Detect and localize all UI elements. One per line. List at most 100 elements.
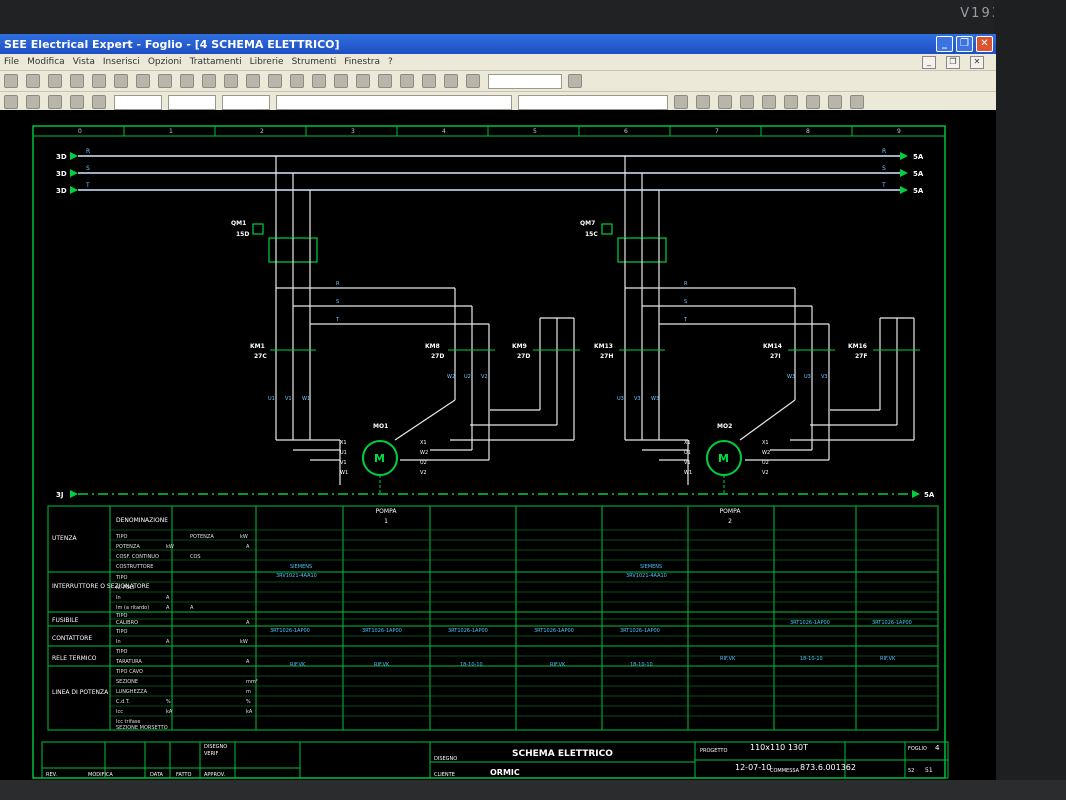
- ortho-icon[interactable]: [26, 95, 40, 109]
- col-label-2: 2: [260, 128, 264, 135]
- bold-icon[interactable]: [674, 95, 688, 109]
- zoom-icon[interactable]: [202, 74, 216, 88]
- property-icon[interactable]: [828, 95, 842, 109]
- menu-librerie[interactable]: Librerie: [250, 57, 284, 67]
- menu-file[interactable]: File: [4, 57, 19, 67]
- mirror-icon[interactable]: [92, 95, 106, 109]
- font-combo[interactable]: [518, 94, 668, 110]
- section-fusibile: FUSIBILE: [52, 617, 79, 624]
- measure-icon[interactable]: [806, 95, 820, 109]
- svg-text:R: R: [336, 281, 340, 287]
- pan-icon[interactable]: [224, 74, 238, 88]
- italic-icon[interactable]: [696, 95, 710, 109]
- svg-text:In: In: [116, 639, 121, 645]
- drawing-date: 12-07-10: [735, 763, 771, 772]
- svg-text:Icc: Icc: [116, 709, 123, 715]
- copy-icon[interactable]: [114, 74, 128, 88]
- svg-text:52: 52: [908, 768, 914, 774]
- svg-text:TIPO: TIPO: [115, 575, 128, 581]
- menu-inserisci[interactable]: Inserisci: [103, 57, 140, 67]
- close-icon[interactable]: ✕: [976, 36, 993, 52]
- menu-vista[interactable]: Vista: [73, 57, 95, 67]
- doc-close-icon[interactable]: ✕: [970, 55, 984, 69]
- wire-icon[interactable]: [312, 74, 326, 88]
- document-controls: _ ❐ ✕: [920, 55, 992, 69]
- linetype-combo[interactable]: [222, 94, 270, 110]
- ground-ref-left: 3J: [56, 491, 63, 499]
- new-icon[interactable]: [4, 74, 18, 88]
- move-icon[interactable]: [48, 95, 62, 109]
- table-icon[interactable]: [466, 74, 480, 88]
- search-icon[interactable]: [356, 74, 370, 88]
- menu-opzioni[interactable]: Opzioni: [148, 57, 182, 67]
- open-icon[interactable]: [26, 74, 40, 88]
- svg-text:kW: kW: [240, 639, 248, 645]
- select-icon[interactable]: [246, 74, 260, 88]
- doc-restore-icon[interactable]: ❐: [946, 55, 960, 69]
- line-icon[interactable]: [268, 74, 282, 88]
- svg-text:LUNGHEZZA: LUNGHEZZA: [116, 689, 148, 695]
- km1-label: KM1: [250, 343, 265, 350]
- menu-finestra[interactable]: Finestra: [344, 57, 380, 67]
- help-icon[interactable]: [568, 74, 582, 88]
- minimize-icon[interactable]: _: [936, 36, 953, 52]
- refresh-icon[interactable]: [422, 74, 436, 88]
- svg-text:V2: V2: [762, 470, 769, 476]
- svg-text:CALIBRO: CALIBRO: [116, 620, 138, 626]
- print-preview-icon[interactable]: [850, 95, 864, 109]
- undo-icon[interactable]: [158, 74, 172, 88]
- layer-combo[interactable]: [114, 94, 162, 110]
- svg-text:TIPO: TIPO: [115, 534, 128, 540]
- snap-icon[interactable]: [4, 95, 18, 109]
- cut-icon[interactable]: [92, 74, 106, 88]
- paste-icon[interactable]: [136, 74, 150, 88]
- menu-modifica[interactable]: Modifica: [27, 57, 65, 67]
- text-icon[interactable]: [334, 74, 348, 88]
- toolbar-2: [0, 91, 996, 112]
- svg-text:SEZIONE: SEZIONE: [116, 679, 138, 685]
- svg-text:R: R: [86, 148, 90, 155]
- list-icon[interactable]: [444, 74, 458, 88]
- svg-text:V2: V2: [481, 374, 488, 380]
- svg-text:V3: V3: [821, 374, 828, 380]
- col-label-3: 3: [351, 128, 355, 135]
- pompa-2-name: POMPA: [720, 508, 742, 515]
- restore-icon[interactable]: ❐: [956, 36, 973, 52]
- svg-text:3RT1026-1AP00: 3RT1026-1AP00: [620, 628, 660, 634]
- svg-text:3RT1026-1AP00: 3RT1026-1AP00: [790, 620, 830, 626]
- drawing-canvas[interactable]: 0 1 2 3 4 5 6 7 8 9 3D 3D 3D 5A 5A 5A R …: [0, 110, 996, 782]
- align-right-icon[interactable]: [762, 95, 776, 109]
- svg-text:T: T: [85, 182, 90, 189]
- symbol-icon[interactable]: [290, 74, 304, 88]
- qm1-label: QM1: [231, 220, 246, 227]
- align-left-icon[interactable]: [718, 95, 732, 109]
- svg-text:U1: U1: [340, 450, 347, 456]
- svg-text:W1: W1: [684, 470, 692, 476]
- menu-strumenti[interactable]: Strumenti: [292, 57, 337, 67]
- frame-icon[interactable]: [784, 95, 798, 109]
- rotate-icon[interactable]: [70, 95, 84, 109]
- grid-icon[interactable]: [378, 74, 392, 88]
- layer-icon[interactable]: [400, 74, 414, 88]
- svg-text:kW: kW: [166, 544, 174, 550]
- menu-trattamenti[interactable]: Trattamenti: [190, 57, 242, 67]
- svg-text:W2: W2: [762, 450, 770, 456]
- print-icon[interactable]: [70, 74, 84, 88]
- doc-minimize-icon[interactable]: _: [922, 55, 936, 69]
- svg-text:FOGLIO: FOGLIO: [908, 746, 927, 752]
- color-combo[interactable]: [168, 94, 216, 110]
- svg-text:%: %: [166, 699, 171, 705]
- redo-icon[interactable]: [180, 74, 194, 88]
- zoom-combo[interactable]: [488, 73, 562, 89]
- qm1-ref: 15D: [236, 231, 249, 238]
- style-combo[interactable]: [276, 94, 512, 110]
- save-icon[interactable]: [48, 74, 62, 88]
- title-bar: SEE Electrical Expert - Foglio - [4 SCHE…: [0, 34, 996, 54]
- svg-text:A: A: [190, 605, 194, 611]
- svg-text:V2: V2: [420, 470, 427, 476]
- svg-text:U3: U3: [804, 374, 811, 380]
- drawing-title: SCHEMA ELETTRICO: [512, 749, 613, 759]
- svg-text:%: %: [246, 699, 251, 705]
- menu-help[interactable]: ?: [388, 57, 393, 67]
- align-center-icon[interactable]: [740, 95, 754, 109]
